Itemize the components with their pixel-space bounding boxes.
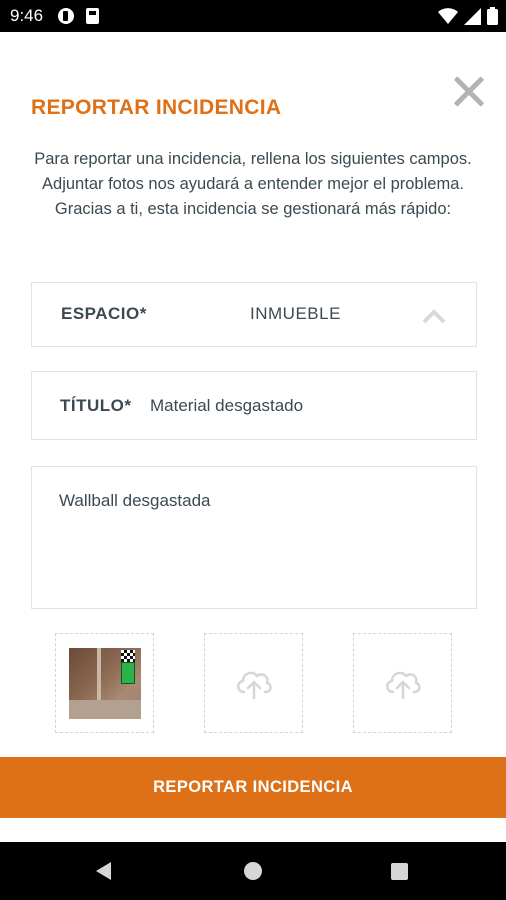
- back-icon[interactable]: [96, 862, 111, 880]
- chevron-up-icon[interactable]: [422, 304, 446, 328]
- space-selected-value[interactable]: INMUEBLE: [250, 304, 341, 324]
- photo-thumbnail[interactable]: [69, 648, 141, 719]
- cloud-upload-icon[interactable]: [235, 666, 273, 700]
- photo-slot-1[interactable]: [55, 633, 154, 733]
- sim-card-icon: [86, 8, 99, 24]
- status-right-group: [438, 6, 498, 26]
- report-incident-button[interactable]: REPORTAR INCIDENCIA: [0, 757, 506, 818]
- photo-slot-3[interactable]: [353, 633, 452, 733]
- instructions-text: Para reportar una incidencia, rellena lo…: [34, 150, 472, 218]
- app-notification-icon: [58, 8, 74, 24]
- title-label: TÍTULO*: [60, 396, 132, 415]
- battery-icon: [487, 7, 498, 25]
- description-field[interactable]: Wallball desgastada: [31, 466, 477, 609]
- description-input[interactable]: Wallball desgastada: [59, 491, 449, 591]
- recent-apps-icon[interactable]: [391, 863, 408, 880]
- title-input[interactable]: [150, 396, 450, 416]
- cloud-upload-icon[interactable]: [384, 666, 422, 700]
- navigation-bar: [0, 842, 506, 900]
- home-icon[interactable]: [244, 862, 262, 880]
- status-time: 9:46: [10, 6, 44, 25]
- photo-slot-2[interactable]: [204, 633, 303, 733]
- cellular-signal-icon: [464, 7, 481, 25]
- status-bar: 9:46: [0, 0, 506, 32]
- space-select[interactable]: ESPACIO* INMUEBLE: [31, 282, 477, 347]
- page-title: REPORTAR INCIDENCIA: [31, 96, 282, 119]
- title-field[interactable]: TÍTULO*: [31, 371, 477, 440]
- space-label: ESPACIO*: [61, 304, 147, 323]
- close-icon[interactable]: [449, 72, 489, 112]
- wifi-icon: [438, 8, 458, 24]
